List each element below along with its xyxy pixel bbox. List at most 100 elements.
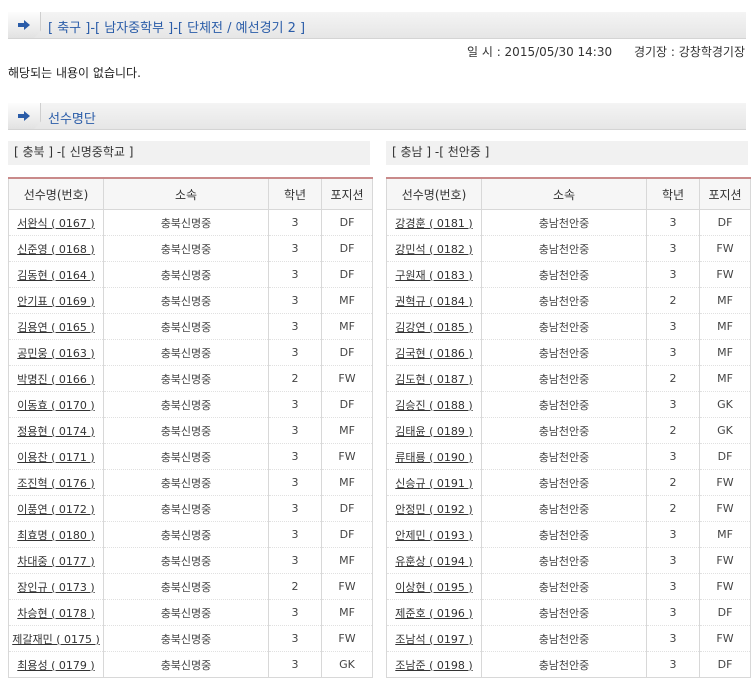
- player-position-cell: FW: [699, 625, 751, 652]
- player-name-link[interactable]: 이상현 ( 0195 ): [395, 581, 472, 594]
- table-row: 안제민 ( 0193 ) 충남천안중 3 MF: [386, 521, 751, 548]
- table-row: 안기표 ( 0169 ) 충북신명중 3 MF: [8, 287, 373, 314]
- player-position-cell: DF: [321, 495, 373, 522]
- player-name-link[interactable]: 안정민 ( 0192 ): [395, 503, 472, 516]
- player-name-link[interactable]: 안제민 ( 0193 ): [395, 529, 472, 542]
- player-name-link[interactable]: 김도현 ( 0187 ): [395, 373, 472, 386]
- player-name-cell: 제준호 ( 0196 ): [386, 599, 482, 626]
- player-grade-cell: 3: [646, 313, 700, 340]
- player-grade-cell: 3: [268, 625, 322, 652]
- player-name-cell: 신승규 ( 0191 ): [386, 469, 482, 496]
- player-name-link[interactable]: 제준호 ( 0196 ): [395, 607, 472, 620]
- player-name-link[interactable]: 차승현 ( 0178 ): [17, 607, 94, 620]
- roster-title: 선수명단: [48, 112, 96, 127]
- col-team-header: 소속: [481, 178, 647, 210]
- arrow-right-icon: [18, 111, 30, 121]
- player-name-link[interactable]: 권혁규 ( 0184 ): [395, 295, 472, 308]
- player-name-link[interactable]: 이풍연 ( 0172 ): [17, 503, 94, 516]
- player-grade-cell: 3: [268, 651, 322, 678]
- player-position-cell: FW: [699, 573, 751, 600]
- player-position-cell: FW: [321, 443, 373, 470]
- table-row: 공민웅 ( 0163 ) 충북신명중 3 DF: [8, 339, 373, 366]
- player-name-link[interactable]: 제갈재민 ( 0175 ): [12, 633, 100, 646]
- player-grade-cell: 3: [646, 261, 700, 288]
- player-name-link[interactable]: 이동효 ( 0170 ): [17, 399, 94, 412]
- player-name-link[interactable]: 조남석 ( 0197 ): [395, 633, 472, 646]
- player-name-link[interactable]: 장인규 ( 0173 ): [17, 581, 94, 594]
- player-team-cell: 충남천안중: [481, 625, 647, 652]
- table-row: 최효명 ( 0180 ) 충북신명중 3 DF: [8, 521, 373, 548]
- player-grade-cell: 3: [268, 261, 322, 288]
- player-name-cell: 강민석 ( 0182 ): [386, 235, 482, 262]
- player-name-link[interactable]: 신준영 ( 0168 ): [17, 243, 94, 256]
- player-name-link[interactable]: 김태윤 ( 0189 ): [395, 425, 472, 438]
- player-team-cell: 충남천안중: [481, 287, 647, 314]
- player-grade-cell: 2: [646, 287, 700, 314]
- col-position-header: 포지션: [699, 178, 751, 210]
- player-team-cell: 충북신명중: [103, 391, 269, 418]
- player-position-cell: DF: [321, 339, 373, 366]
- player-grade-cell: 3: [646, 443, 700, 470]
- player-grade-cell: 3: [268, 599, 322, 626]
- player-team-cell: 충남천안중: [481, 209, 647, 236]
- table-row: 김강연 ( 0185 ) 충남천안중 3 MF: [386, 313, 751, 340]
- table-row: 정용현 ( 0174 ) 충북신명중 3 MF: [8, 417, 373, 444]
- player-name-link[interactable]: 박명진 ( 0166 ): [17, 373, 94, 386]
- player-team-cell: 충북신명중: [103, 521, 269, 548]
- player-name-link[interactable]: 정용현 ( 0174 ): [17, 425, 94, 438]
- player-name-link[interactable]: 김동현 ( 0164 ): [17, 269, 94, 282]
- player-name-cell: 김동현 ( 0164 ): [8, 261, 104, 288]
- player-name-link[interactable]: 서완식 ( 0167 ): [17, 217, 94, 230]
- player-name-cell: 최용성 ( 0179 ): [8, 651, 104, 678]
- table-row: 제준호 ( 0196 ) 충남천안중 3 DF: [386, 599, 751, 626]
- player-name-link[interactable]: 김강연 ( 0185 ): [395, 321, 472, 334]
- player-name-link[interactable]: 조진혁 ( 0176 ): [17, 477, 94, 490]
- table-row: 차승현 ( 0178 ) 충북신명중 3 MF: [8, 599, 373, 626]
- player-position-cell: DF: [321, 261, 373, 288]
- col-name-header: 선수명(번호): [386, 178, 482, 210]
- table-row: 제갈재민 ( 0175 ) 충북신명중 3 FW: [8, 625, 373, 652]
- player-name-link[interactable]: 류태룡 ( 0190 ): [395, 451, 472, 464]
- player-name-link[interactable]: 최용성 ( 0179 ): [17, 659, 94, 672]
- header-tab: [8, 103, 41, 129]
- player-name-link[interactable]: 신승규 ( 0191 ): [395, 477, 472, 490]
- player-name-cell: 장인규 ( 0173 ): [8, 573, 104, 600]
- player-name-cell: 이동효 ( 0170 ): [8, 391, 104, 418]
- player-grade-cell: 2: [646, 495, 700, 522]
- table-row: 조남준 ( 0198 ) 충남천안중 3 DF: [386, 651, 751, 678]
- player-team-cell: 충남천안중: [481, 235, 647, 262]
- player-name-link[interactable]: 김국현 ( 0186 ): [395, 347, 472, 360]
- player-team-cell: 충남천안중: [481, 443, 647, 470]
- player-name-link[interactable]: 이용찬 ( 0171 ): [17, 451, 94, 464]
- player-position-cell: MF: [699, 521, 751, 548]
- player-name-link[interactable]: 김용연 ( 0165 ): [17, 321, 94, 334]
- player-name-link[interactable]: 강민석 ( 0182 ): [395, 243, 472, 256]
- player-grade-cell: 3: [646, 235, 700, 262]
- player-name-link[interactable]: 유훈상 ( 0194 ): [395, 555, 472, 568]
- player-name-link[interactable]: 차대중 ( 0177 ): [17, 555, 94, 568]
- match-info: 일 시 : 2015/05/30 14:30 경기장 : 강창학경기장: [449, 43, 745, 60]
- player-grade-cell: 3: [268, 313, 322, 340]
- player-name-link[interactable]: 공민웅 ( 0163 ): [17, 347, 94, 360]
- player-name-link[interactable]: 구원재 ( 0183 ): [395, 269, 472, 282]
- table-row: 안정민 ( 0192 ) 충남천안중 2 FW: [386, 495, 751, 522]
- player-position-cell: DF: [699, 443, 751, 470]
- player-grade-cell: 3: [268, 339, 322, 366]
- player-team-cell: 충남천안중: [481, 261, 647, 288]
- team-left-heading: [ 충북 ] -[ 신명중학교 ]: [8, 141, 370, 165]
- player-grade-cell: 3: [268, 235, 322, 262]
- player-position-cell: GK: [699, 391, 751, 418]
- player-name-link[interactable]: 최효명 ( 0180 ): [17, 529, 94, 542]
- table-row: 구원재 ( 0183 ) 충남천안중 3 FW: [386, 261, 751, 288]
- player-position-cell: MF: [699, 365, 751, 392]
- player-position-cell: FW: [321, 625, 373, 652]
- player-name-cell: 이용찬 ( 0171 ): [8, 443, 104, 470]
- player-name-link[interactable]: 강경훈 ( 0181 ): [395, 217, 472, 230]
- player-name-link[interactable]: 안기표 ( 0169 ): [17, 295, 94, 308]
- player-name-link[interactable]: 조남준 ( 0198 ): [395, 659, 472, 672]
- player-position-cell: FW: [321, 573, 373, 600]
- player-name-cell: 차대중 ( 0177 ): [8, 547, 104, 574]
- player-name-link[interactable]: 김승진 ( 0188 ): [395, 399, 472, 412]
- table-row: 류태룡 ( 0190 ) 충남천안중 3 DF: [386, 443, 751, 470]
- col-grade-header: 학년: [646, 178, 700, 210]
